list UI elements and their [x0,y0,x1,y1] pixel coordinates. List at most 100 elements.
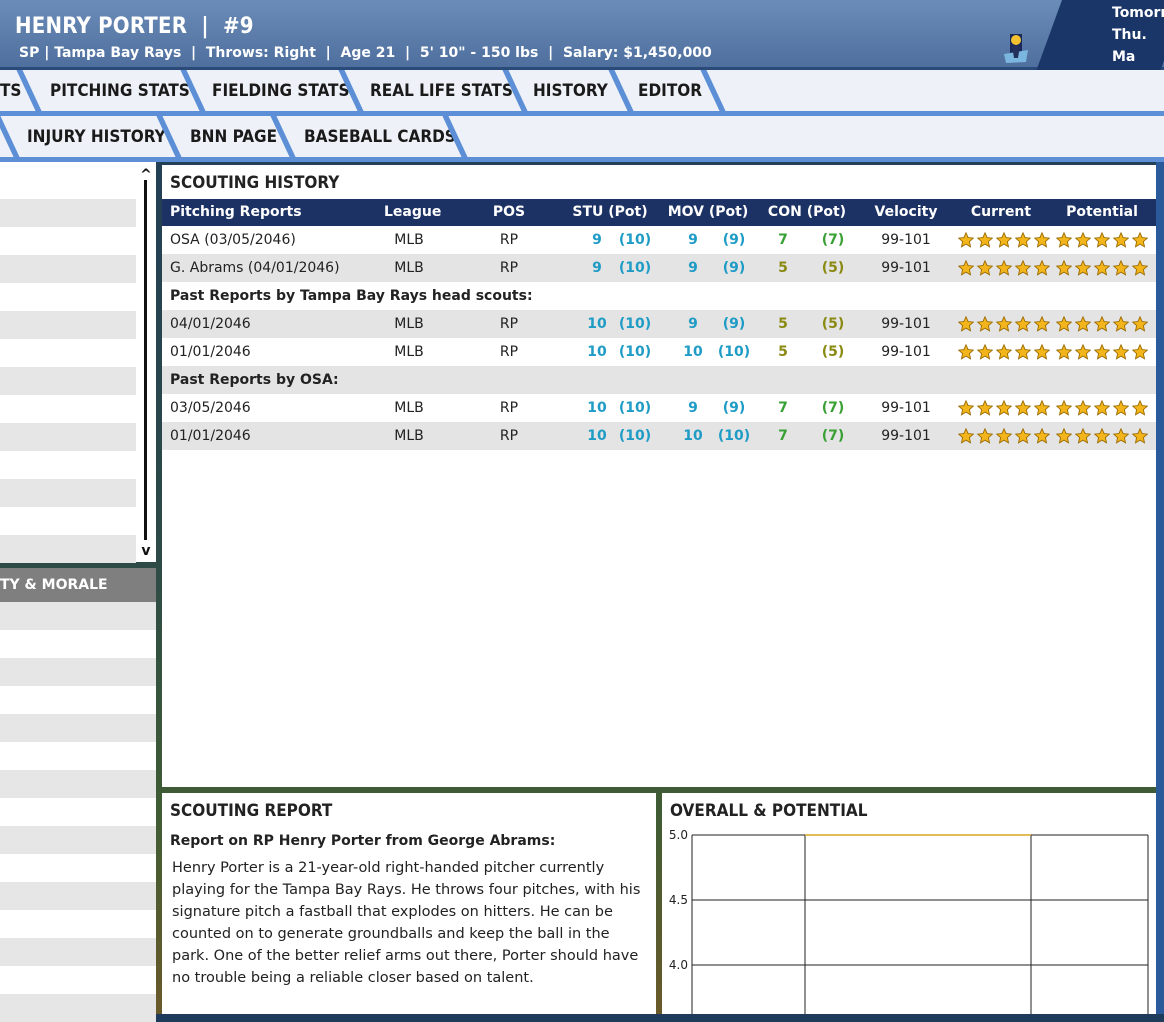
scroll-down-button[interactable]: v [138,544,154,558]
tab-history[interactable]: HISTORY [527,70,614,111]
scouting-report-panel: SCOUTING REPORT Report on RP Henry Porte… [162,793,656,1014]
table-row[interactable]: 03/05/2046 MLB RP 10 (10) 9 (9) 7 (7) 99-101 [162,394,1156,422]
list-item [0,535,136,563]
potential-stars [1056,232,1148,248]
control-potential: (5) [821,344,845,360]
list-item [0,199,136,227]
star-filled-icon [958,316,974,332]
current-stars [958,428,1050,444]
velocity: 99-101 [881,400,931,416]
star-filled-icon [1056,400,1072,416]
star-filled-icon [1132,344,1148,360]
date-panel[interactable]: Tomorr Thu. Ma [1112,2,1164,68]
star-filled-icon [1015,400,1031,416]
col-header-reports[interactable]: Pitching Reports [170,199,302,226]
col-header-velocity[interactable]: Velocity [866,199,946,226]
star-filled-icon [1056,232,1072,248]
right-edge-panel [1156,162,1164,1014]
left-ratings-panel [0,162,156,563]
potential-stars [1056,400,1148,416]
star-filled-icon [1034,400,1050,416]
table-row[interactable]: 01/01/2046 MLB RP 10 (10) 10 (10) 7 (7) 99-101 [162,422,1156,450]
movement-rating: 9 [688,260,698,276]
position: RP [499,260,519,276]
tab-pitching-stats[interactable]: PITCHING STATS [44,70,196,111]
col-header-movement[interactable]: MOV (Pot) [664,199,752,226]
list-item [0,714,156,742]
star-filled-icon [996,400,1012,416]
star-filled-icon [996,260,1012,276]
list-item [0,994,156,1022]
current-stars [958,344,1050,360]
col-header-league[interactable]: League [384,199,441,226]
movement-rating: 10 [683,344,703,360]
overall-potential-chart: 5.04.54.03.5 [669,828,1149,1014]
report-source: 01/01/2046 [170,344,251,360]
star-filled-icon [1094,316,1110,332]
report-source: 03/05/2046 [170,400,251,416]
y-tick-label: 5.0 [669,828,688,842]
list-item [0,311,136,339]
table-header: Pitching Reports League POS STU (Pot) MO… [162,199,1156,226]
velocity: 99-101 [881,260,931,276]
movement-potential: (9) [722,260,746,276]
velocity: 99-101 [881,428,931,444]
tab-baseball-cards[interactable]: BASEBALL CARDS [298,116,462,157]
star-filled-icon [958,232,974,248]
col-header-pos[interactable]: POS [484,199,534,226]
report-source: 01/01/2046 [170,428,251,444]
table-row[interactable]: G. Abrams (04/01/2046) MLB RP 9 (10) 9 (9) 5 (5)… [162,254,1156,282]
star-filled-icon [1113,260,1129,276]
col-header-stuff[interactable]: STU (Pot) [566,199,654,226]
star-filled-icon [1034,428,1050,444]
list-item [0,882,156,910]
table-row[interactable]: 04/01/2046 MLB RP 10 (10) 9 (9) 5 (5) 99-101 [162,310,1156,338]
list-item [0,423,136,451]
table-row[interactable]: 01/01/2046 MLB RP 10 (10) 10 (10) 5 (5) 99-101 [162,338,1156,366]
panel-title: SCOUTING HISTORY [170,173,340,193]
col-header-control[interactable]: CON (Pot) [764,199,850,226]
velocity: 99-101 [881,232,931,248]
tab-editor[interactable]: EDITOR [632,70,708,111]
stuff-potential: (10) [618,232,652,248]
control-rating: 7 [778,428,788,444]
stuff-potential: (10) [618,260,652,276]
star-filled-icon [1113,232,1129,248]
tab-fielding-stats[interactable]: FIELDING STATS [206,70,356,111]
position: RP [499,400,519,416]
star-filled-icon [1015,316,1031,332]
list-item [0,658,156,686]
current-date: Thu. Ma [1112,27,1147,65]
col-header-potential[interactable]: Potential [1056,199,1148,226]
star-filled-icon [958,428,974,444]
tab-real-life-stats[interactable]: REAL LIFE STATS [364,70,519,111]
star-filled-icon [1056,428,1072,444]
star-filled-icon [1075,316,1091,332]
table-row[interactable]: OSA (03/05/2046) MLB RP 9 (10) 9 (9) 7 (7) 99-101 [162,226,1156,254]
star-filled-icon [1113,344,1129,360]
star-filled-icon [1113,316,1129,332]
list-item [0,602,156,630]
player-name-number: HENRY PORTER | #9 [15,14,254,39]
velocity: 99-101 [881,344,931,360]
star-filled-icon [1075,260,1091,276]
y-tick-label: 4.5 [669,893,688,907]
star-filled-icon [1034,232,1050,248]
current-stars [958,316,1050,332]
velocity: 99-101 [881,316,931,332]
col-header-current[interactable]: Current [956,199,1046,226]
scrollbar[interactable] [144,180,147,540]
star-filled-icon [1094,260,1110,276]
star-filled-icon [1075,232,1091,248]
star-filled-icon [1132,232,1148,248]
current-stars [958,400,1050,416]
star-filled-icon [1132,316,1148,332]
tab-injury-history[interactable]: INJURY HISTORY [21,116,172,157]
star-filled-icon [1094,400,1110,416]
section-row: Past Reports by Tampa Bay Rays head scou… [162,282,1156,310]
league: MLB [394,260,424,276]
tab-bnn-page[interactable]: BNN PAGE [184,116,283,157]
star-filled-icon [958,260,974,276]
list-item [0,770,156,798]
movement-rating: 9 [688,316,698,332]
